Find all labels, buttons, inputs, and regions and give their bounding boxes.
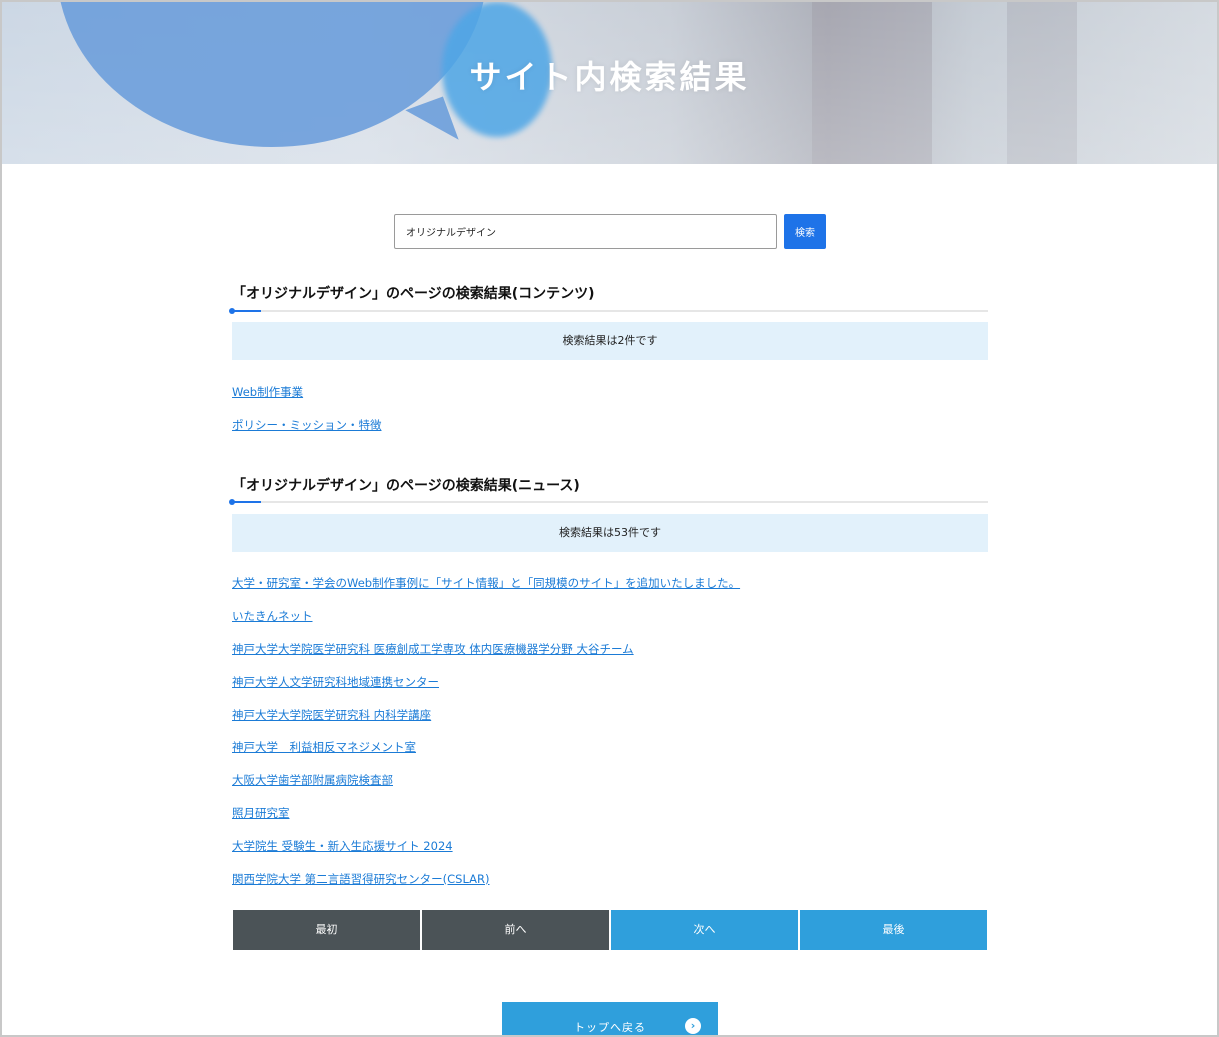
- divider-accent: [232, 310, 261, 312]
- contents-results-heading: 「オリジナルデザイン」のページの検索結果(コンテンツ): [232, 286, 595, 302]
- search-form: 検索: [394, 214, 826, 249]
- news-result-link[interactable]: 神戸大学人文学研究科地域連携センター: [232, 674, 439, 690]
- hero-banner: サイト内検索結果: [2, 2, 1217, 164]
- section-divider: [229, 499, 988, 505]
- chevron-right-circle-icon: ›: [685, 1018, 701, 1034]
- contents-result-link[interactable]: ポリシー・ミッション・特徴: [232, 417, 382, 433]
- news-result-link[interactable]: 神戸大学 利益相反マネジメント室: [232, 739, 416, 755]
- news-result-link[interactable]: 大学院生 受験生・新入生応援サイト 2024: [232, 838, 453, 854]
- contents-result-link[interactable]: Web制作事業: [232, 384, 303, 400]
- pagination-first-button[interactable]: 最初: [233, 910, 420, 950]
- search-input[interactable]: [394, 214, 777, 249]
- news-result-link[interactable]: いたきんネット: [232, 608, 313, 624]
- section-divider: [229, 308, 988, 314]
- pagination: 最初 前へ 次へ 最後: [233, 910, 987, 950]
- news-result-link[interactable]: 神戸大学大学院医学研究科 医療創成工学専攻 体内医療機器学分野 大谷チーム: [232, 641, 634, 657]
- news-result-link[interactable]: 神戸大学大学院医学研究科 内科学講座: [232, 707, 431, 723]
- divider-accent: [232, 501, 261, 503]
- news-result-link[interactable]: 関西学院大学 第二言語習得研究センター(CSLAR): [232, 871, 489, 887]
- contents-result-count: 検索結果は2件です: [232, 322, 988, 360]
- news-result-count: 検索結果は53件です: [232, 514, 988, 552]
- search-button[interactable]: 検索: [784, 214, 826, 249]
- page-title: サイト内検索結果: [469, 58, 750, 96]
- pagination-prev-button[interactable]: 前へ: [422, 910, 609, 950]
- pagination-next-button[interactable]: 次へ: [611, 910, 798, 950]
- pagination-last-button[interactable]: 最後: [800, 910, 987, 950]
- back-to-top-button[interactable]: トップへ戻る ›: [502, 1002, 718, 1037]
- news-result-link[interactable]: 照月研究室: [232, 805, 290, 821]
- news-result-link[interactable]: 大阪大学歯学部附属病院検査部: [232, 772, 393, 788]
- news-result-link[interactable]: 大学・研究室・学会のWeb制作事例に「サイト情報」と「同規模のサイト」を追加いた…: [232, 575, 740, 591]
- news-results-heading: 「オリジナルデザイン」のページの検索結果(ニュース): [232, 478, 580, 494]
